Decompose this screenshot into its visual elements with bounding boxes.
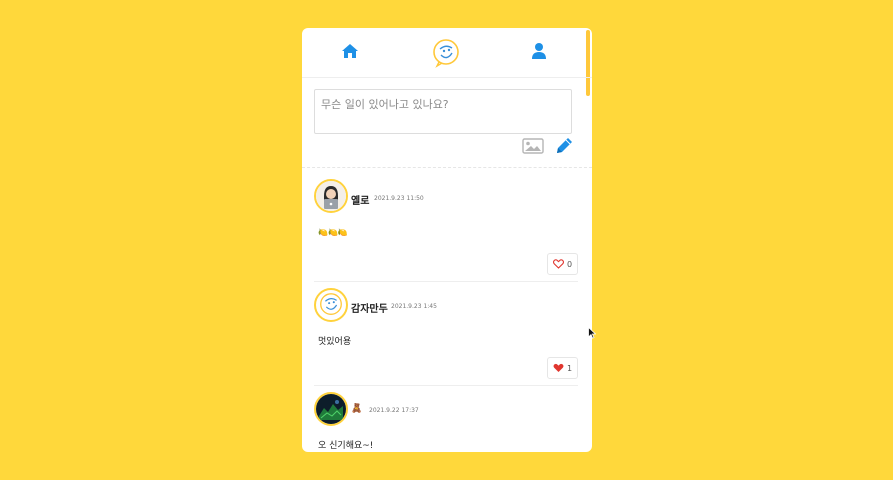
mouse-cursor-icon	[588, 327, 596, 339]
post-text: 🍋🍋🍋	[318, 228, 348, 237]
write-button[interactable]	[555, 136, 574, 155]
home-icon	[342, 44, 358, 58]
post-timestamp: 2021.9.23 11:50	[374, 195, 424, 202]
author-name[interactable]: 🧸	[351, 404, 362, 414]
post-timestamp: 2021.9.23 1:45	[391, 303, 437, 310]
like-button[interactable]: 1	[547, 357, 578, 379]
post-input[interactable]	[314, 89, 572, 134]
post-item: 옐로 2021.9.23 11:50 🍋🍋🍋 0	[314, 168, 578, 282]
heart-outline-icon	[552, 259, 564, 269]
author-name[interactable]: 감자만두	[351, 300, 388, 315]
image-icon	[522, 138, 544, 154]
avatar-logo-icon	[320, 293, 342, 315]
like-count: 0	[566, 259, 573, 269]
post-item: 감자만두 2021.9.23 1:45 멋있어용 1	[314, 282, 578, 386]
avatar[interactable]	[314, 392, 348, 426]
user-icon	[532, 43, 546, 59]
profile-button[interactable]	[529, 40, 549, 62]
author-name[interactable]: 옐로	[351, 192, 369, 207]
post-text: 멋있어용	[318, 337, 352, 347]
avatar-landscape-icon	[316, 394, 346, 424]
home-button[interactable]	[339, 40, 361, 62]
feed-panel: 옐로 2021.9.23 11:50 🍋🍋🍋 0 감자만두 2021.9.23 …	[302, 28, 592, 452]
like-count: 1	[566, 363, 573, 373]
pencil-icon	[557, 138, 572, 153]
like-button[interactable]: 0	[547, 253, 578, 275]
avatar[interactable]	[314, 288, 348, 322]
post-text: 오 신기해요~!	[318, 441, 374, 451]
logo-icon	[433, 39, 459, 68]
post-composer	[302, 78, 592, 168]
post-item: 🧸 2021.9.22 17:37 오 신기해요~!	[314, 386, 578, 452]
add-image-button[interactable]	[522, 138, 544, 156]
avatar[interactable]	[314, 179, 348, 213]
logo-button[interactable]	[431, 38, 461, 68]
top-nav	[302, 28, 592, 78]
post-timestamp: 2021.9.22 17:37	[369, 407, 419, 414]
heart-filled-icon	[553, 363, 564, 372]
avatar-person-icon	[316, 181, 346, 211]
